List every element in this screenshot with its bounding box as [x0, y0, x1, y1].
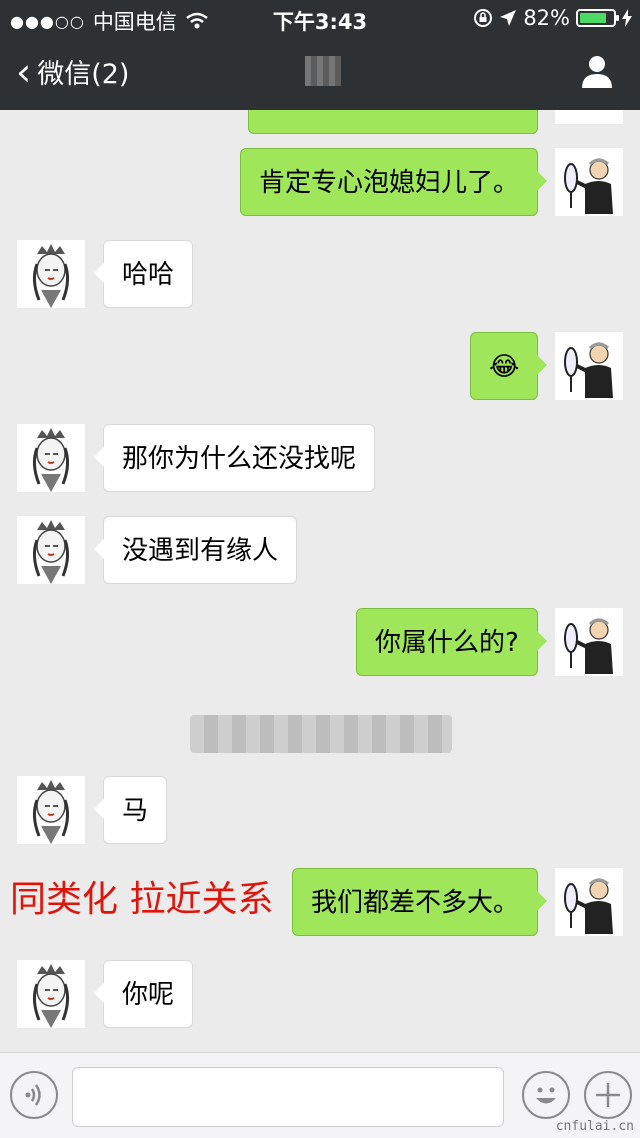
contact-avatar[interactable]	[17, 240, 85, 308]
battery-icon	[576, 9, 619, 27]
incoming-message[interactable]: 你呢	[93, 960, 194, 1028]
rotation-lock-icon	[474, 9, 493, 27]
timestamp-blurred	[190, 715, 452, 753]
incoming-message[interactable]: 马	[93, 776, 168, 844]
charging-icon	[622, 9, 632, 27]
plus-button[interactable]	[584, 1071, 632, 1119]
outgoing-message[interactable]: 你属什么的?	[356, 608, 547, 676]
message-input[interactable]	[72, 1067, 504, 1127]
my-avatar[interactable]	[555, 608, 623, 676]
outgoing-message[interactable]: 我们都差不多大。	[292, 868, 548, 936]
plus-icon	[596, 1083, 620, 1107]
battery-fill	[580, 13, 607, 23]
my-avatar[interactable]	[555, 332, 623, 400]
person-icon[interactable]	[580, 54, 614, 90]
status-bar: ●●●○○ 中国电信 下午3:43 82%	[0, 0, 640, 36]
message-text: 没遇到有缘人	[122, 536, 279, 566]
message-text: 那你为什么还没找呢	[122, 444, 357, 474]
outgoing-message[interactable]: 😂	[470, 332, 548, 400]
chevron-left-icon: ‹	[16, 49, 32, 94]
my-avatar[interactable]	[555, 868, 623, 936]
status-right: 82%	[473, 6, 632, 30]
emoji-laugh-icon: 😂	[489, 352, 520, 382]
message-text: 我们都差不多大。	[311, 888, 520, 918]
nav-bar: ‹ 微信(2)	[0, 36, 640, 110]
contact-avatar[interactable]	[17, 960, 85, 1028]
message-text: 哈哈	[122, 260, 175, 290]
message-text: 马	[122, 796, 149, 826]
my-avatar[interactable]	[555, 148, 623, 216]
back-button[interactable]: ‹ 微信(2)	[16, 52, 129, 91]
emoji-icon	[536, 1087, 556, 1104]
back-label: 微信(2)	[37, 59, 130, 90]
chat-title-blurred	[305, 56, 341, 86]
voice-button[interactable]	[10, 1071, 58, 1119]
voice-icon	[25, 1084, 41, 1106]
incoming-message[interactable]: 那你为什么还没找呢	[93, 424, 376, 492]
input-bar: cnfulai.cn	[0, 1052, 640, 1138]
chat-area[interactable]: 肯定专心泡媳妇儿了。哈哈 😂 那你为什么还没找呢 没遇到有缘人你属什么的? 马我们都差不…	[0, 110, 640, 1052]
message-text: 你呢	[122, 980, 175, 1010]
message-bubble-previous	[248, 110, 538, 134]
message-text: 肯定专心泡媳妇儿了。	[259, 168, 520, 198]
my-avatar	[555, 110, 623, 124]
incoming-message[interactable]: 没遇到有缘人	[93, 516, 298, 584]
contact-avatar[interactable]	[17, 424, 85, 492]
contact-avatar[interactable]	[17, 776, 85, 844]
location-arrow-icon	[500, 10, 517, 26]
incoming-message[interactable]: 哈哈	[93, 240, 194, 308]
outgoing-message[interactable]: 肯定专心泡媳妇儿了。	[240, 148, 548, 216]
message-text: 你属什么的?	[375, 628, 519, 658]
watermark: cnfulai.cn	[555, 1119, 634, 1134]
contact-avatar[interactable]	[17, 516, 85, 584]
emoji-button[interactable]	[522, 1071, 570, 1119]
annotation-text: 同类化 拉近关系	[10, 879, 274, 920]
battery-percent: 82%	[523, 6, 570, 30]
top-bar: ●●●○○ 中国电信 下午3:43 82% ‹ 微信(2)	[0, 0, 640, 110]
